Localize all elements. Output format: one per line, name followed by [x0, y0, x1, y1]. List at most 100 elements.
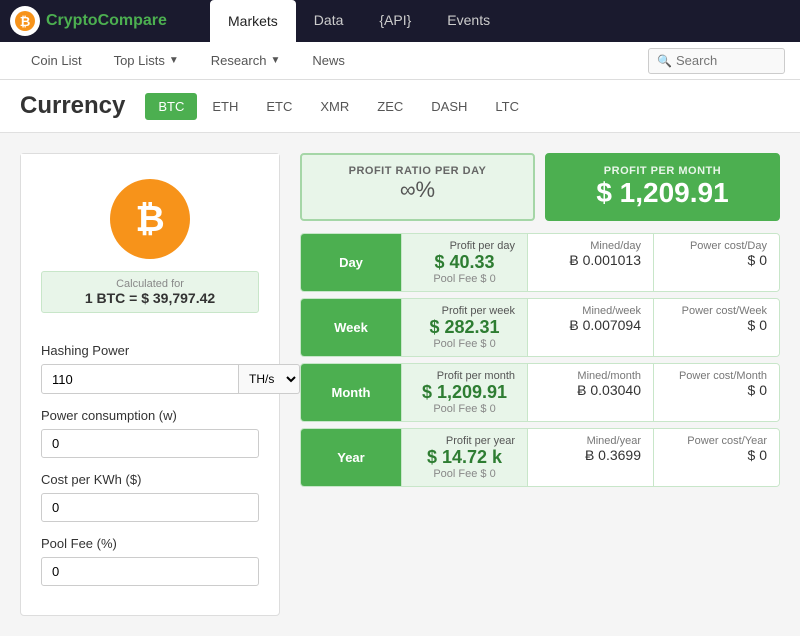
mined-value: Ƀ 0.007094: [540, 317, 641, 333]
profit-summary: PROFIT RATIO PER DAY ∞% PROFIT PER MONTH…: [300, 153, 780, 221]
profit-value: $ 40.33: [414, 252, 515, 273]
profit-row: Year Profit per year $ 14.72 k Pool Fee …: [300, 428, 780, 487]
profit-pool-fee: Pool Fee $ 0: [414, 338, 515, 350]
search-icon: 🔍: [657, 54, 672, 68]
profit-label: Profit per year: [414, 435, 515, 447]
profit-cell-mined: Mined/month Ƀ 0.03040: [527, 364, 653, 421]
search-box[interactable]: 🔍: [648, 48, 785, 74]
profit-cell-main: Profit per week $ 282.31 Pool Fee $ 0: [401, 299, 527, 356]
power-consumption-input[interactable]: [41, 429, 259, 458]
subnav-research[interactable]: Research ▼: [195, 42, 297, 80]
profit-row: Month Profit per month $ 1,209.91 Pool F…: [300, 363, 780, 422]
right-panel: PROFIT RATIO PER DAY ∞% PROFIT PER MONTH…: [300, 153, 780, 616]
profit-rows: Day Profit per day $ 40.33 Pool Fee $ 0 …: [300, 233, 780, 487]
power-cost-value: $ 0: [666, 447, 767, 463]
currency-tab-eth[interactable]: ETH: [199, 93, 251, 120]
hashing-power-group: Hashing Power TH/s GH/s MH/s: [41, 343, 259, 394]
chevron-down-icon: ▼: [270, 55, 280, 66]
profit-label: Profit per week: [414, 305, 515, 317]
profit-value: $ 282.31: [414, 317, 515, 338]
cost-per-kwh-group: Cost per KWh ($): [41, 472, 259, 522]
profit-period-label: Day: [301, 234, 401, 291]
profit-ratio-card: PROFIT RATIO PER DAY ∞%: [300, 153, 535, 221]
subnav-coin-list[interactable]: Coin List: [15, 42, 98, 80]
profit-cell-power-cost: Power cost/Year $ 0: [653, 429, 779, 486]
coin-display: ₿ Calculated for 1 BTC = $ 39,797.42: [21, 154, 279, 328]
nav-data[interactable]: Data: [296, 0, 362, 42]
profit-cell-main: Profit per day $ 40.33 Pool Fee $ 0: [401, 234, 527, 291]
logo: ₿ CryptoCompare: [10, 6, 210, 36]
search-input[interactable]: [676, 53, 776, 68]
profit-cell-mined: Mined/year Ƀ 0.3699: [527, 429, 653, 486]
hashing-unit-select[interactable]: TH/s GH/s MH/s: [239, 364, 300, 394]
power-cost-label: Power cost/Month: [666, 370, 767, 382]
power-cost-label: Power cost/Year: [666, 435, 767, 447]
pool-fee-group: Pool Fee (%): [41, 536, 259, 586]
hashing-power-input[interactable]: [41, 364, 239, 394]
top-navigation: ₿ CryptoCompare Markets Data {API} Event…: [0, 0, 800, 42]
sub-navigation: Coin List Top Lists ▼ Research ▼ News 🔍: [0, 42, 800, 80]
profit-cell-mined: Mined/day Ƀ 0.001013: [527, 234, 653, 291]
bitcoin-icon: ₿: [110, 179, 190, 259]
chevron-down-icon: ▼: [169, 55, 179, 66]
svg-text:₿: ₿: [20, 14, 31, 29]
profit-cell-main: Profit per year $ 14.72 k Pool Fee $ 0: [401, 429, 527, 486]
subnav-news[interactable]: News: [296, 42, 361, 80]
power-consumption-group: Power consumption (w): [41, 408, 259, 458]
profit-cell-main: Profit per month $ 1,209.91 Pool Fee $ 0: [401, 364, 527, 421]
power-cost-label: Power cost/Week: [666, 305, 767, 317]
profit-pool-fee: Pool Fee $ 0: [414, 273, 515, 285]
mined-label: Mined/month: [540, 370, 641, 382]
profit-row: Day Profit per day $ 40.33 Pool Fee $ 0 …: [300, 233, 780, 292]
power-cost-label: Power cost/Day: [666, 240, 767, 252]
mined-value: Ƀ 0.03040: [540, 382, 641, 398]
logo-icon: ₿: [10, 6, 40, 36]
profit-value: $ 14.72 k: [414, 447, 515, 468]
nav-events[interactable]: Events: [429, 0, 508, 42]
cost-per-kwh-row: [41, 493, 259, 522]
coin-price-label: Calculated for 1 BTC = $ 39,797.42: [41, 271, 259, 313]
page-title: Currency: [20, 92, 125, 120]
power-cost-value: $ 0: [666, 382, 767, 398]
currency-tab-etc[interactable]: ETC: [253, 93, 305, 120]
calculator-panel: ₿ Calculated for 1 BTC = $ 39,797.42 Has…: [20, 153, 280, 616]
mined-label: Mined/day: [540, 240, 641, 252]
mined-label: Mined/year: [540, 435, 641, 447]
pool-fee-row: [41, 557, 259, 586]
profit-label: Profit per day: [414, 240, 515, 252]
profit-label: Profit per month: [414, 370, 515, 382]
currency-tab-ltc[interactable]: LTC: [482, 93, 532, 120]
nav-markets[interactable]: Markets: [210, 0, 296, 42]
profit-cell-power-cost: Power cost/Month $ 0: [653, 364, 779, 421]
profit-pool-fee: Pool Fee $ 0: [414, 403, 515, 415]
profit-period-label: Month: [301, 364, 401, 421]
currency-tabs: BTC ETH ETC XMR ZEC DASH LTC: [145, 93, 534, 120]
profit-pool-fee: Pool Fee $ 0: [414, 468, 515, 480]
subnav-top-lists[interactable]: Top Lists ▼: [98, 42, 195, 80]
profit-monthly-card: PROFIT PER MONTH $ 1,209.91: [545, 153, 780, 221]
power-cost-value: $ 0: [666, 252, 767, 268]
pool-fee-input[interactable]: [41, 557, 259, 586]
power-consumption-row: [41, 429, 259, 458]
profit-cell-mined: Mined/week Ƀ 0.007094: [527, 299, 653, 356]
currency-tab-xmr[interactable]: XMR: [307, 93, 362, 120]
profit-period-label: Year: [301, 429, 401, 486]
currency-tab-zec[interactable]: ZEC: [364, 93, 416, 120]
form-section: Hashing Power TH/s GH/s MH/s Power consu…: [21, 328, 279, 615]
profit-cell-power-cost: Power cost/Week $ 0: [653, 299, 779, 356]
currency-tab-btc[interactable]: BTC: [145, 93, 197, 120]
hashing-power-row: TH/s GH/s MH/s: [41, 364, 259, 394]
profit-row: Week Profit per week $ 282.31 Pool Fee $…: [300, 298, 780, 357]
mined-label: Mined/week: [540, 305, 641, 317]
nav-api[interactable]: {API}: [361, 0, 429, 42]
currency-tab-dash[interactable]: DASH: [418, 93, 480, 120]
profit-cell-power-cost: Power cost/Day $ 0: [653, 234, 779, 291]
mined-value: Ƀ 0.3699: [540, 447, 641, 463]
profit-period-label: Week: [301, 299, 401, 356]
mined-value: Ƀ 0.001013: [540, 252, 641, 268]
main-content: ₿ Calculated for 1 BTC = $ 39,797.42 Has…: [0, 133, 800, 636]
logo-text: CryptoCompare: [46, 12, 167, 30]
power-cost-value: $ 0: [666, 317, 767, 333]
cost-per-kwh-input[interactable]: [41, 493, 259, 522]
profit-value: $ 1,209.91: [414, 382, 515, 403]
